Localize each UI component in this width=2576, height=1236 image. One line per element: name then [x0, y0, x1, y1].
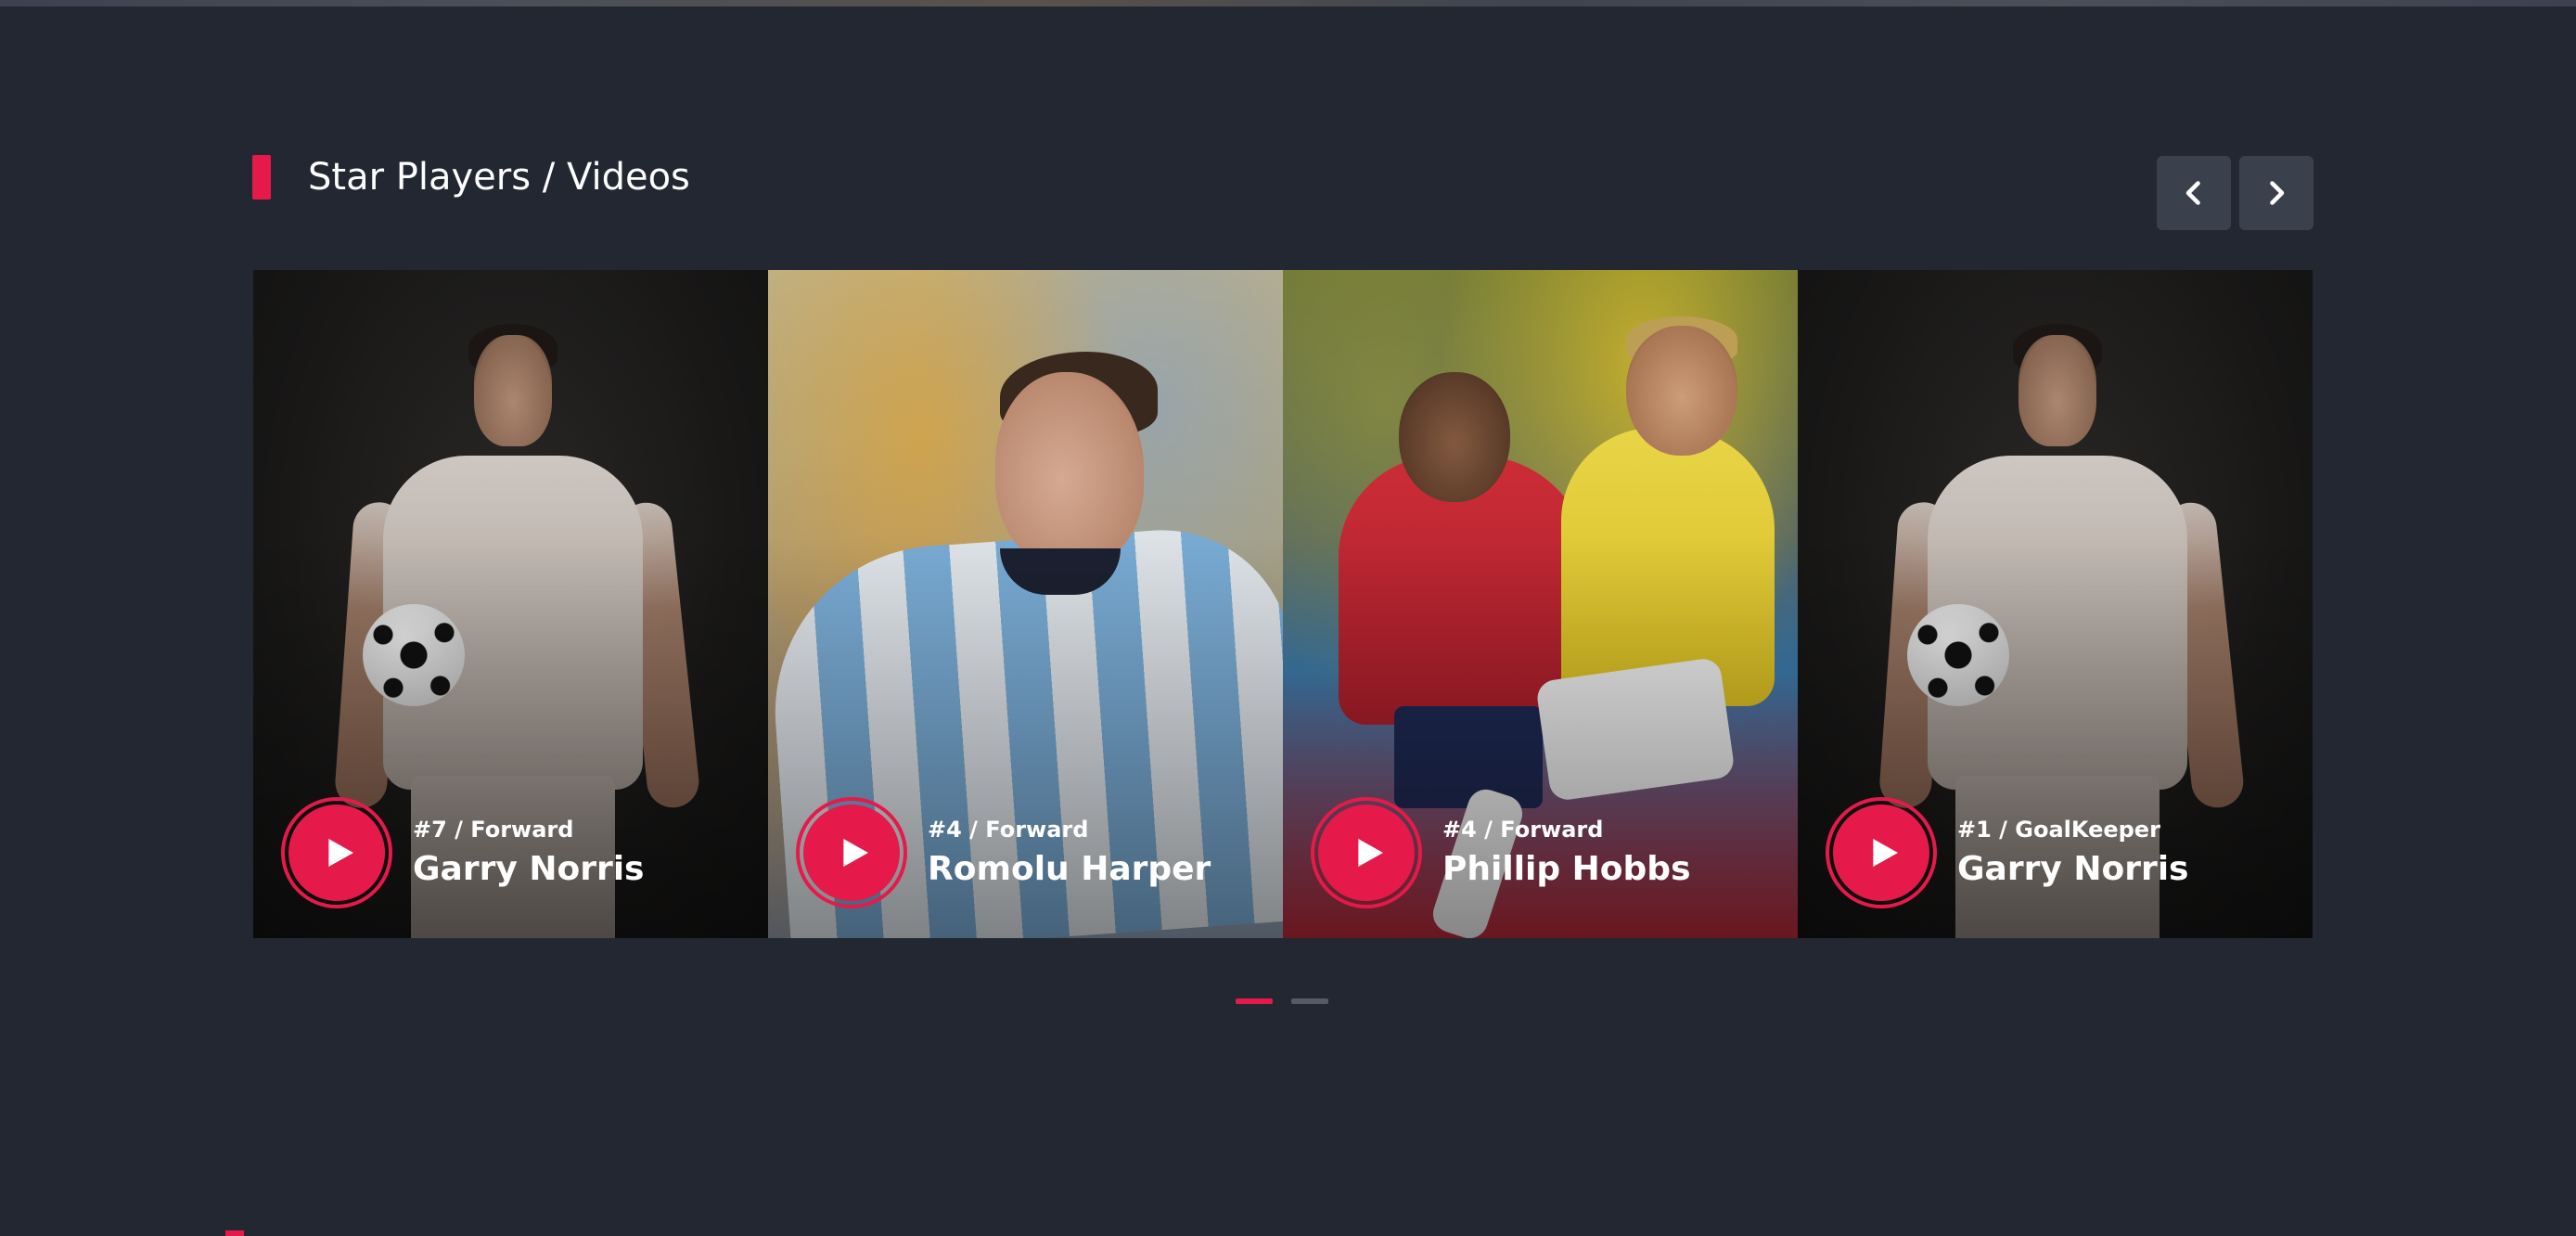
pagination-dot-active[interactable]: [1236, 998, 1273, 1004]
play-icon: [1873, 839, 1898, 867]
players-video-carousel: #7 / Forward Garry Norris #4 / Forward R…: [253, 270, 2313, 938]
play-button[interactable]: [281, 797, 392, 908]
carousel-next-button[interactable]: [2239, 156, 2313, 230]
player-name: Phillip Hobbs: [1442, 850, 1691, 888]
player-name: Garry Norris: [1957, 850, 2189, 888]
chevron-left-icon: [2185, 181, 2200, 205]
play-icon: [1358, 839, 1383, 867]
video-card[interactable]: #4 / Forward Phillip Hobbs: [1283, 270, 1798, 938]
card-caption: #7 / Forward Garry Norris: [281, 797, 645, 908]
play-button[interactable]: [1826, 797, 1937, 908]
section-accent-bar: [252, 155, 271, 200]
carousel-prev-button[interactable]: [2157, 156, 2231, 230]
next-section-accent-bar: [225, 1230, 244, 1236]
play-icon: [328, 839, 353, 867]
play-icon: [843, 839, 868, 867]
player-role: #7 / Forward: [413, 817, 574, 843]
section-title: Star Players / Videos: [308, 156, 690, 199]
player-name: Romolu Harper: [928, 850, 1211, 888]
carousel-pagination: [1236, 998, 1347, 1004]
pagination-dot[interactable]: [1291, 998, 1328, 1004]
video-card[interactable]: #7 / Forward Garry Norris: [253, 270, 768, 938]
player-name: Garry Norris: [413, 850, 645, 888]
card-caption: #1 / GoalKeeper Garry Norris: [1826, 797, 2189, 908]
play-button[interactable]: [796, 797, 907, 908]
card-caption: #4 / Forward Romolu Harper: [796, 797, 1211, 908]
player-role: #4 / Forward: [1442, 817, 1604, 843]
player-role: #1 / GoalKeeper: [1957, 817, 2160, 843]
section-header: Star Players / Videos: [252, 155, 690, 200]
video-card[interactable]: #1 / GoalKeeper Garry Norris: [1798, 270, 2313, 938]
top-hero-strip: [0, 0, 2576, 6]
chevron-right-icon: [2270, 181, 2285, 205]
video-card[interactable]: #4 / Forward Romolu Harper: [768, 270, 1283, 938]
play-button[interactable]: [1311, 797, 1422, 908]
player-role: #4 / Forward: [928, 817, 1089, 843]
card-caption: #4 / Forward Phillip Hobbs: [1311, 797, 1691, 908]
